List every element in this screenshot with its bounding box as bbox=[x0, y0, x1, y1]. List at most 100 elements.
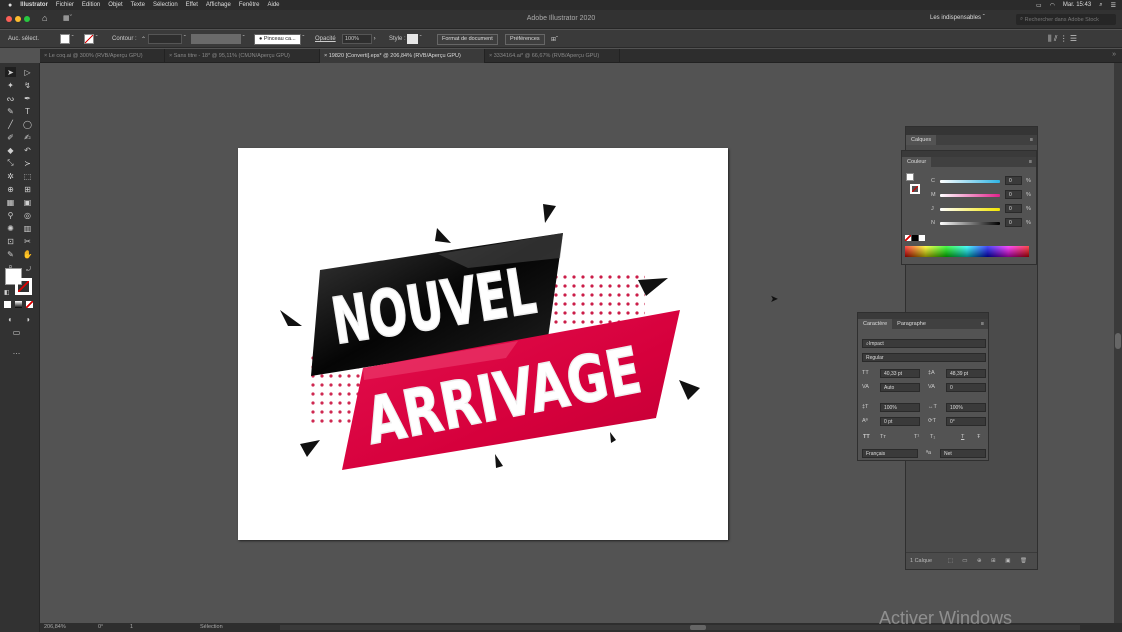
apple-icon[interactable]: ● bbox=[8, 2, 12, 9]
all-caps-button[interactable]: TT bbox=[863, 434, 870, 440]
menu-affichage[interactable]: Affichage bbox=[206, 2, 231, 8]
font-size-field[interactable]: 40,33 pt bbox=[880, 369, 920, 378]
char-rotation-field[interactable]: 0° bbox=[946, 417, 986, 426]
font-style-field[interactable]: Regular bbox=[862, 353, 986, 362]
artboard-navigator[interactable]: 1 bbox=[130, 624, 133, 630]
vertical-scale-field[interactable]: 100% bbox=[880, 403, 920, 412]
small-caps-button[interactable]: Tт bbox=[880, 434, 886, 440]
tab-couleur[interactable]: Couleur bbox=[902, 157, 932, 167]
kerning-field[interactable]: Auto bbox=[880, 383, 920, 392]
stroke-color-swatch[interactable] bbox=[15, 278, 32, 295]
symbol-sprayer-tool-icon[interactable]: ✺ bbox=[5, 223, 16, 233]
stroke-weight-stepper[interactable]: ⌃ ˇ bbox=[141, 33, 186, 45]
channel-j-field[interactable]: 0 bbox=[1005, 204, 1022, 213]
free-transform-tool-icon[interactable]: ⬚ bbox=[22, 171, 33, 181]
menu-fenetre[interactable]: Fenêtre bbox=[239, 2, 260, 8]
color-spectrum[interactable] bbox=[905, 246, 1029, 257]
superscript-button[interactable]: T¹ bbox=[914, 434, 919, 440]
selection-tool-icon[interactable]: ➤ bbox=[5, 67, 16, 77]
tab-3334164[interactable]: × 3334164.ai* @ 66,67% (RVB/Aperçu GPU) bbox=[485, 49, 620, 63]
channel-c-slider[interactable] bbox=[940, 180, 1000, 183]
channel-m-slider[interactable] bbox=[940, 194, 1000, 197]
slice-tool-icon[interactable]: ✂ bbox=[22, 236, 33, 246]
paintbrush-tool-icon[interactable]: ✐ bbox=[5, 132, 16, 142]
tab-le-coq[interactable]: × Le coq.ai @ 300% (RVB/Aperçu GPU) bbox=[40, 49, 165, 63]
panel-menu-icon[interactable]: ≡ bbox=[1029, 159, 1032, 165]
menu-texte[interactable]: Texte bbox=[131, 2, 145, 8]
rotate-tool-icon[interactable]: ↶ bbox=[22, 145, 33, 155]
layers-footer-icons[interactable]: ⬚ ▭ ⊕ ⊞ ▣ 🗑 bbox=[948, 558, 1031, 564]
language-select[interactable]: Français bbox=[862, 449, 918, 458]
fill-swatch[interactable]: ˇ bbox=[60, 33, 74, 45]
channel-c-field[interactable]: 0 bbox=[1005, 176, 1022, 185]
magic-wand-tool-icon[interactable]: ✦ bbox=[5, 80, 16, 90]
menu-objet[interactable]: Objet bbox=[108, 2, 122, 8]
artboard-tool-icon[interactable]: ⊡ bbox=[5, 236, 16, 246]
horizontal-scroll-thumb[interactable] bbox=[690, 625, 706, 630]
lasso-tool-icon[interactable]: ↯ bbox=[22, 80, 33, 90]
line-tool-icon[interactable]: ╱ bbox=[5, 119, 16, 129]
antialias-select[interactable]: Net bbox=[940, 449, 986, 458]
perspective-grid-tool-icon[interactable]: ⊞ bbox=[22, 184, 33, 194]
graphic-style-swatch[interactable]: ˇ bbox=[407, 33, 422, 45]
tab-paragraphe[interactable]: Paragraphe bbox=[892, 319, 931, 329]
anchor-tool-icon[interactable]: ✎ bbox=[5, 106, 16, 116]
clock[interactable]: Mar. 15:43 bbox=[1063, 2, 1091, 8]
strikethrough-button[interactable]: Ŧ bbox=[977, 434, 980, 440]
tab-19820[interactable]: × 19820 [Converti].eps* @ 206,84% (RVB/A… bbox=[320, 49, 485, 63]
channel-n-field[interactable]: 0 bbox=[1005, 218, 1022, 227]
menu-illustrator[interactable]: Illustrator bbox=[20, 2, 48, 8]
eraser-tool-icon[interactable]: ◆ bbox=[5, 145, 16, 155]
subscript-button[interactable]: T₁ bbox=[930, 434, 935, 440]
zoom-level[interactable]: 206,84% bbox=[44, 624, 66, 630]
tab-caractere[interactable]: Caractère bbox=[858, 319, 893, 329]
color-mode-icon[interactable] bbox=[4, 301, 11, 308]
direct-selection-tool-icon[interactable]: ▷ bbox=[22, 67, 33, 77]
draw-normal-icon[interactable]: ◐ bbox=[5, 314, 16, 324]
underline-button[interactable]: T bbox=[961, 434, 964, 440]
color-fill-swatch[interactable] bbox=[906, 173, 914, 181]
ellipse-tool-icon[interactable]: ◯ bbox=[22, 119, 33, 129]
document-setup-button[interactable]: Format de document bbox=[437, 33, 498, 45]
menu-effet[interactable]: Effet bbox=[186, 2, 198, 8]
rotation-view[interactable]: 0° bbox=[98, 624, 103, 630]
variable-width-profile[interactable]: ˇ bbox=[191, 33, 245, 45]
workspace-switcher[interactable]: Les indispensables ˇ bbox=[930, 15, 985, 21]
shape-builder-tool-icon[interactable]: ⊕ bbox=[5, 184, 16, 194]
opacity-label[interactable]: Opacité bbox=[315, 33, 336, 45]
screen-mode-icon[interactable]: ▭ bbox=[11, 327, 22, 337]
panel-menu-icon[interactable]: ≡ bbox=[981, 321, 984, 327]
current-tool[interactable]: Sélection bbox=[200, 624, 223, 630]
swap-colors-icon[interactable]: ⤾ bbox=[26, 267, 31, 274]
spotlight-icon[interactable]: ⌕ bbox=[1099, 2, 1102, 9]
tab-sans-titre[interactable]: × Sans titre - 18* @ 95,11% (CMJN/Aperçu… bbox=[165, 49, 320, 63]
menu-edition[interactable]: Edition bbox=[82, 2, 100, 8]
opacity-field[interactable]: 100% › bbox=[342, 33, 376, 45]
white-swatch[interactable] bbox=[919, 235, 925, 241]
gradient-mode-icon[interactable] bbox=[15, 301, 22, 308]
eyedropper-tool-icon[interactable]: ⚲ bbox=[5, 210, 16, 220]
shaper-tool-icon[interactable]: ✍ bbox=[22, 132, 33, 142]
tab-calques[interactable]: Calques bbox=[906, 135, 937, 145]
horizontal-scale-field[interactable]: 100% bbox=[946, 403, 986, 412]
leading-field[interactable]: 48,39 pt bbox=[946, 369, 986, 378]
vertical-scrollbar[interactable] bbox=[1114, 63, 1122, 623]
artboard[interactable]: NOUVEL ARRIVAGE bbox=[238, 148, 728, 540]
panel-menu-icon[interactable]: ≡ bbox=[1030, 137, 1033, 143]
color-stroke-swatch[interactable] bbox=[910, 184, 920, 194]
stock-search-input[interactable]: ⌕ Rechercher dans Adobe Stock bbox=[1016, 14, 1116, 25]
baseline-field[interactable]: 0 pt bbox=[880, 417, 920, 426]
black-swatch[interactable] bbox=[912, 235, 918, 241]
none-mode-icon[interactable] bbox=[26, 301, 33, 308]
brush-definition[interactable]: ● Pinceau ca... ˇ bbox=[254, 33, 304, 45]
scale-tool-icon[interactable]: ⤡ bbox=[5, 158, 16, 168]
curvature-tool-icon[interactable]: ᔓ bbox=[5, 93, 16, 103]
channel-j-slider[interactable] bbox=[940, 208, 1000, 211]
draw-inside-icon[interactable]: ◑ bbox=[22, 314, 33, 324]
pen-tool-icon[interactable]: ✒ bbox=[22, 93, 33, 103]
tracking-field[interactable]: 0 bbox=[946, 383, 986, 392]
tabs-overflow-icon[interactable]: » bbox=[1112, 51, 1116, 58]
column-graph-tool-icon[interactable]: ▥ bbox=[22, 223, 33, 233]
layers-panel-grip[interactable] bbox=[906, 127, 1037, 135]
edit-toolbar-icon[interactable]: … bbox=[11, 346, 22, 356]
